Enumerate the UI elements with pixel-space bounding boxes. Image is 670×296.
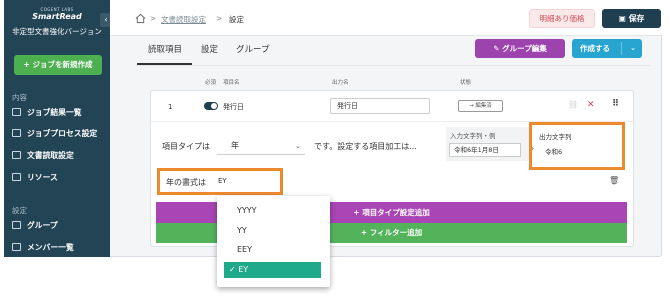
create-button[interactable]: 作成する ⌄ bbox=[572, 39, 642, 58]
new-job-button[interactable]: + ジョブを新規作成 bbox=[14, 55, 102, 75]
breadcrumb-doc-settings[interactable]: 文書読取設定 bbox=[161, 14, 206, 25]
divider bbox=[621, 42, 622, 55]
save-label: 保存 bbox=[628, 14, 645, 23]
brand-subtitle: 非定型文書強化バージョン bbox=[12, 27, 102, 36]
dropdown-option[interactable]: YYYY bbox=[237, 206, 257, 215]
breadcrumb-separator: > bbox=[150, 14, 157, 23]
breadcrumb-current: 設定 bbox=[229, 15, 244, 24]
chevron-down-icon: ⌄ bbox=[295, 142, 301, 150]
column-header-item-name: 項目名 bbox=[223, 80, 240, 86]
member-icon bbox=[12, 243, 21, 251]
sidebar-item-label: グループ bbox=[27, 221, 58, 230]
annotation-highlight-year-format bbox=[157, 168, 283, 195]
annotation-highlight-output bbox=[529, 122, 625, 170]
sidebar: COGENT LABS SmartRead 非定型文書強化バージョン + ジョブ… bbox=[4, 0, 110, 257]
input-example-label: 入力文字列・例 bbox=[450, 132, 496, 140]
home-icon[interactable] bbox=[135, 13, 146, 24]
item-type-value: 年 bbox=[231, 141, 239, 150]
breadcrumb-separator: > bbox=[216, 14, 223, 23]
dropdown-option-selected[interactable]: ✓ EY bbox=[224, 262, 321, 278]
trash-icon[interactable]: 🗑 bbox=[609, 176, 619, 185]
brand-logo: SmartRead bbox=[32, 12, 82, 21]
sidebar-item-label: ジョブプロセス設定 bbox=[27, 129, 98, 138]
close-icon[interactable]: ✕ bbox=[587, 100, 595, 110]
sidebar-item-job-results[interactable]: ジョブ結果一覧 bbox=[12, 106, 108, 120]
output-name-input[interactable]: 発行日 bbox=[330, 98, 430, 114]
dropdown-option[interactable]: YY bbox=[237, 226, 247, 235]
create-label: 作成する bbox=[580, 44, 610, 53]
settings-list-icon bbox=[12, 129, 21, 137]
group-edit-label: グループ編集 bbox=[502, 44, 547, 53]
sidebar-item-doc-settings[interactable]: 文書読取設定 bbox=[12, 149, 108, 163]
section-label-content: 内容 bbox=[12, 93, 27, 102]
tab-read-items[interactable]: 読取項目 bbox=[148, 43, 182, 55]
document-icon bbox=[12, 151, 21, 159]
item-name: 発行日 bbox=[223, 103, 244, 111]
topbar: > 文書読取設定 > 設定 明細あり価格 ▣ 保存 bbox=[110, 0, 662, 36]
section-label-settings: 設定 bbox=[12, 206, 27, 215]
sidebar-item-job-process[interactable]: ジョブプロセス設定 bbox=[12, 127, 108, 141]
column-header-required: 必須 bbox=[205, 80, 217, 86]
status-button[interactable]: → 編集済 bbox=[458, 100, 503, 112]
group-edit-button[interactable]: ✎ グループ編集 bbox=[475, 39, 565, 58]
item-index: 1 bbox=[168, 103, 173, 111]
list-icon bbox=[12, 108, 21, 116]
tab-groups[interactable]: グループ bbox=[236, 43, 270, 55]
tabs-divider bbox=[136, 65, 650, 66]
item-type-suffix: です。設定する項目加工は... bbox=[314, 142, 417, 151]
resource-icon bbox=[12, 173, 21, 181]
sidebar-item-members[interactable]: メンバー一覧 bbox=[12, 241, 108, 255]
price-button[interactable]: 明細あり価格 bbox=[529, 9, 595, 28]
tab-settings[interactable]: 設定 bbox=[201, 43, 218, 55]
column-header-output-name: 出力名 bbox=[332, 80, 349, 86]
sidebar-item-label: 文書読取設定 bbox=[27, 151, 74, 160]
edit-icon: ✎ bbox=[493, 44, 503, 53]
group-icon bbox=[12, 221, 21, 229]
required-toggle[interactable] bbox=[204, 102, 218, 110]
drag-handle-icon[interactable]: ⠿ bbox=[612, 99, 619, 109]
item-type-label: 項目タイプは bbox=[162, 142, 210, 151]
sidebar-item-label: メンバー一覧 bbox=[27, 243, 74, 252]
sidebar-item-resources[interactable]: リソース bbox=[12, 171, 108, 185]
column-header-status: 状態 bbox=[460, 80, 472, 86]
save-button[interactable]: ▣ 保存 bbox=[602, 9, 661, 28]
sidebar-item-groups[interactable]: グループ bbox=[12, 219, 108, 233]
item-type-select[interactable]: 年 ⌄ bbox=[217, 137, 305, 155]
input-example-field[interactable]: 令和6年1月8日 bbox=[449, 143, 521, 157]
link-icon[interactable]: ⛓ bbox=[568, 100, 578, 109]
chevron-down-icon[interactable]: ⌄ bbox=[630, 39, 636, 58]
sidebar-item-label: ジョブ結果一覧 bbox=[27, 108, 82, 117]
dropdown-option[interactable]: EEY bbox=[237, 245, 252, 254]
sidebar-item-label: リソース bbox=[27, 173, 58, 182]
save-icon: ▣ bbox=[618, 14, 629, 23]
